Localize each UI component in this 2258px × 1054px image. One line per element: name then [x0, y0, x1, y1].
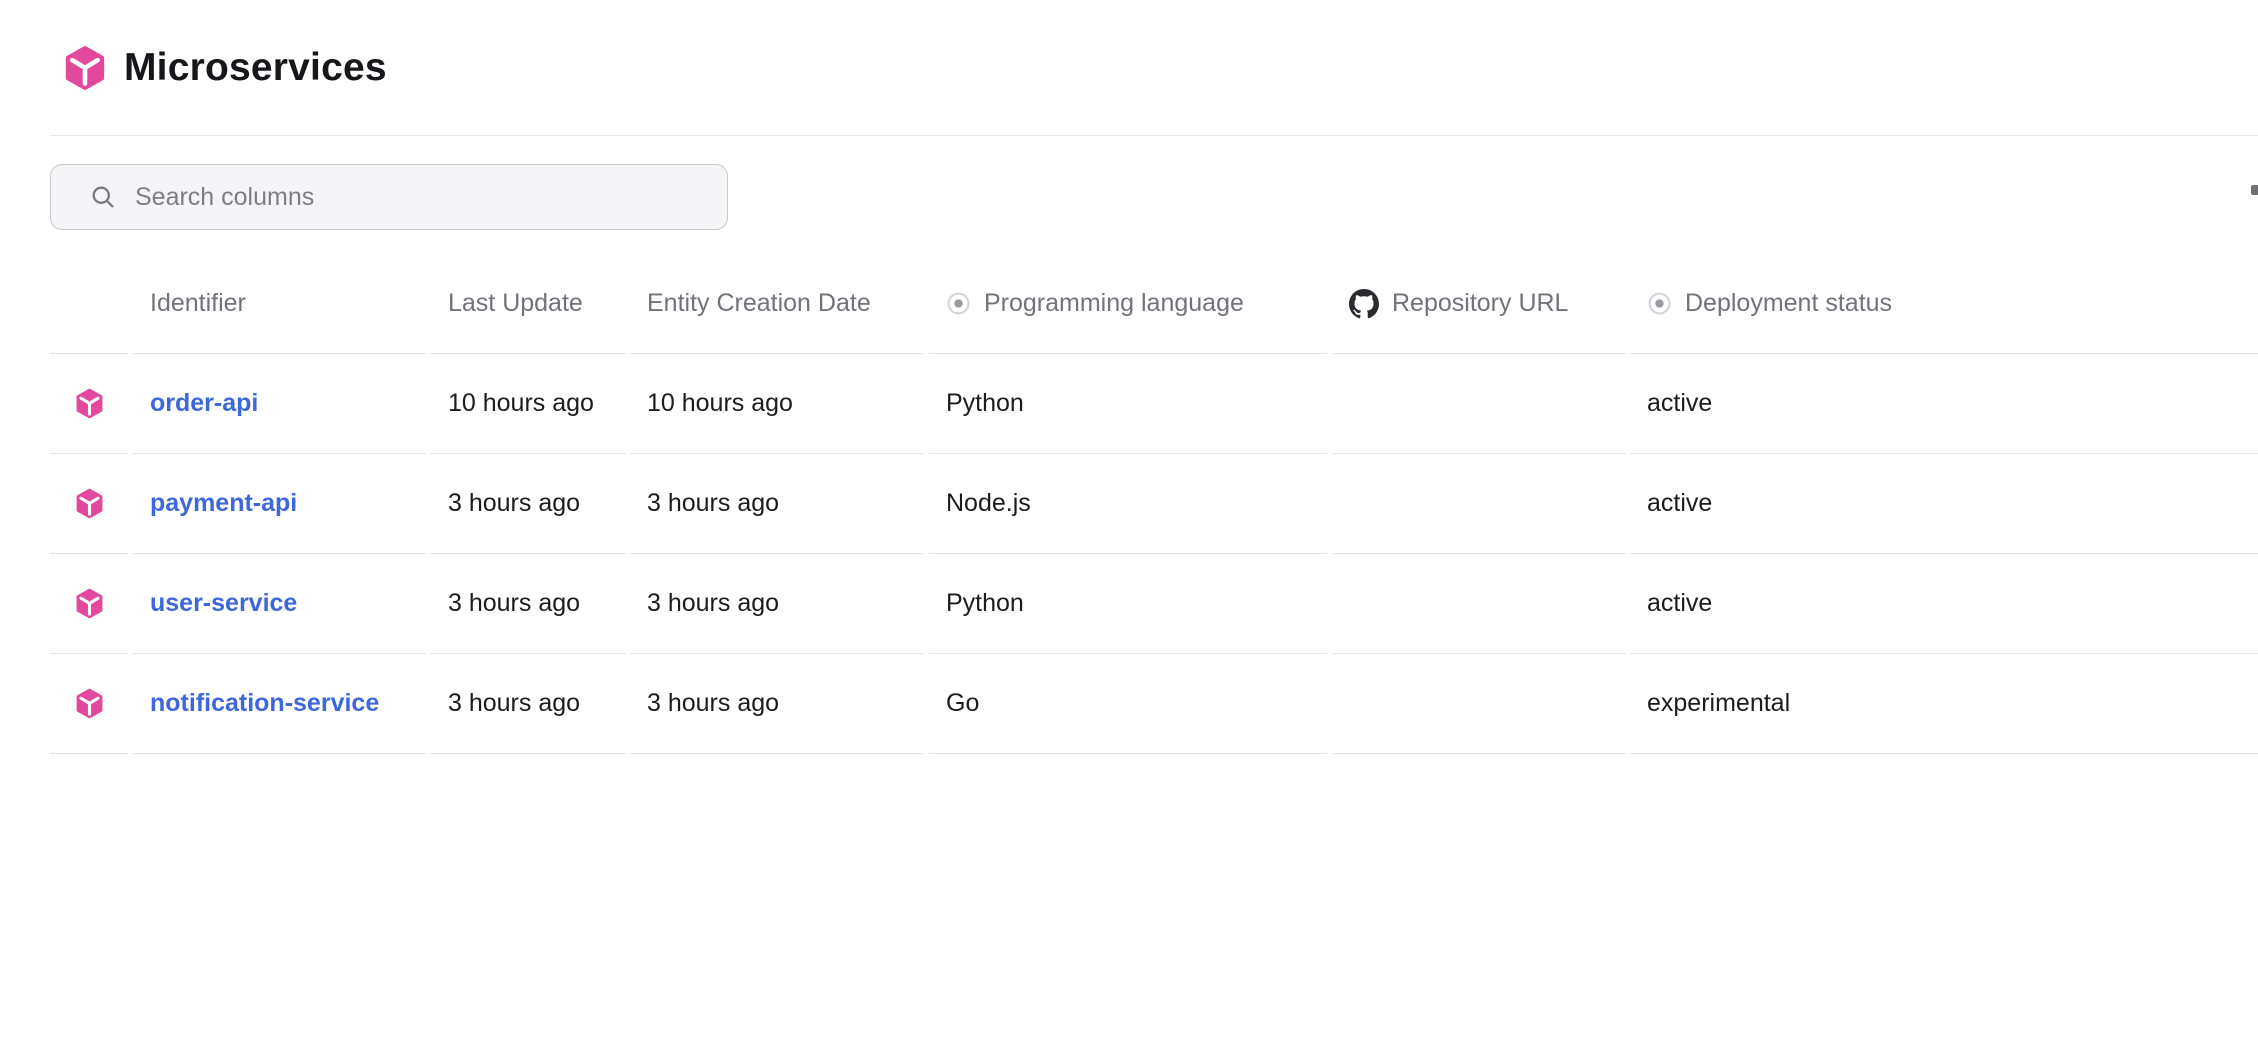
column-header-status[interactable]: Deployment status — [1630, 254, 2258, 354]
last-update-cell: 3 hours ago — [431, 654, 625, 754]
row-cube-icon — [74, 687, 105, 720]
deployment-status-cell: experimental — [1630, 654, 2258, 754]
last-update-cell-value: 3 hours ago — [448, 589, 580, 618]
service-icon-cell — [50, 454, 128, 554]
last-update-cell: 3 hours ago — [431, 454, 625, 554]
creation-date-cell: 3 hours ago — [630, 454, 924, 554]
identifier-cell: notification-service — [133, 654, 426, 754]
last-update-cell-value: 3 hours ago — [448, 489, 580, 518]
toolbar — [50, 164, 2258, 231]
deployment-status-cell-value: experimental — [1647, 689, 1790, 718]
column-header-label: Programming language — [984, 289, 1244, 318]
search-input[interactable] — [117, 165, 727, 229]
deployment-status-cell: active — [1630, 354, 2258, 454]
column-header-icon — [50, 254, 128, 354]
header-divider — [50, 135, 2258, 136]
identifier-cell: order-api — [133, 354, 426, 454]
deployment-status-cell: active — [1630, 454, 2258, 554]
language-cell-value: Node.js — [946, 489, 1031, 518]
column-header-label: Last Update — [448, 289, 583, 318]
identifier-link[interactable]: payment-api — [150, 489, 297, 518]
select-option-icon — [1647, 291, 1672, 316]
services-table: Identifier Last Update Entity Creation Dat… — [50, 254, 2258, 754]
column-header-label: Repository URL — [1392, 289, 1568, 318]
service-icon-cell — [50, 654, 128, 754]
row-cube-icon — [74, 487, 105, 520]
language-cell: Python — [929, 554, 1327, 654]
repository-url-cell — [1332, 454, 1625, 554]
microservice-cube-icon — [62, 44, 108, 92]
language-cell: Go — [929, 654, 1327, 754]
language-cell: Python — [929, 354, 1327, 454]
repository-url-cell — [1332, 354, 1625, 454]
deployment-status-cell: active — [1630, 554, 2258, 654]
cutoff-edge-icon[interactable] — [2251, 185, 2258, 195]
language-cell: Node.js — [929, 454, 1327, 554]
row-cube-icon — [74, 387, 105, 420]
last-update-cell: 3 hours ago — [431, 554, 625, 654]
identifier-link[interactable]: user-service — [150, 589, 297, 618]
last-update-cell-value: 10 hours ago — [448, 389, 594, 418]
table-row: order-api 10 hours ago 10 hours ago Python a… — [50, 354, 2258, 454]
creation-date-cell-value: 10 hours ago — [647, 389, 793, 418]
table-body: order-api 10 hours ago 10 hours ago Python a… — [50, 354, 2258, 754]
table-row: user-service 3 hours ago 3 hours ago Python… — [50, 554, 2258, 654]
creation-date-cell-value: 3 hours ago — [647, 489, 779, 518]
last-update-cell-value: 3 hours ago — [448, 689, 580, 718]
search-box[interactable] — [50, 164, 728, 230]
deployment-status-cell-value: active — [1647, 489, 1712, 518]
identifier-cell: user-service — [133, 554, 426, 654]
language-cell-value: Go — [946, 689, 979, 718]
search-icon — [89, 183, 117, 211]
table-row: notification-service 3 hours ago 3 hours a… — [50, 654, 2258, 754]
column-header-last_update[interactable]: Last Update — [431, 254, 625, 354]
column-header-label: Deployment status — [1685, 289, 1892, 318]
last-update-cell: 10 hours ago — [431, 354, 625, 454]
repository-url-cell — [1332, 654, 1625, 754]
table-row: payment-api 3 hours ago 3 hours ago Node.js… — [50, 454, 2258, 554]
select-option-icon — [946, 291, 971, 316]
creation-date-cell: 10 hours ago — [630, 354, 924, 454]
deployment-status-cell-value: active — [1647, 389, 1712, 418]
identifier-link[interactable]: order-api — [150, 389, 258, 418]
column-header-label: Identifier — [150, 289, 246, 318]
creation-date-cell: 3 hours ago — [630, 654, 924, 754]
column-header-identifier[interactable]: Identifier — [133, 254, 426, 354]
language-cell-value: Python — [946, 589, 1024, 618]
repository-url-cell — [1332, 554, 1625, 654]
identifier-link[interactable]: notification-service — [150, 689, 379, 718]
creation-date-cell-value: 3 hours ago — [647, 589, 779, 618]
column-header-repo[interactable]: Repository URL — [1332, 254, 1625, 354]
row-cube-icon — [74, 587, 105, 620]
creation-date-cell: 3 hours ago — [630, 554, 924, 654]
language-cell-value: Python — [946, 389, 1024, 418]
page-title: Microservices — [124, 46, 387, 90]
service-icon-cell — [50, 354, 128, 454]
github-icon — [1349, 289, 1379, 319]
page-header: Microservices — [0, 0, 2258, 135]
creation-date-cell-value: 3 hours ago — [647, 689, 779, 718]
column-header-label: Entity Creation Date — [647, 289, 871, 318]
service-icon-cell — [50, 554, 128, 654]
column-header-language[interactable]: Programming language — [929, 254, 1327, 354]
column-header-created[interactable]: Entity Creation Date — [630, 254, 924, 354]
identifier-cell: payment-api — [133, 454, 426, 554]
deployment-status-cell-value: active — [1647, 589, 1712, 618]
table-header-row: Identifier Last Update Entity Creation Dat… — [50, 254, 2258, 354]
